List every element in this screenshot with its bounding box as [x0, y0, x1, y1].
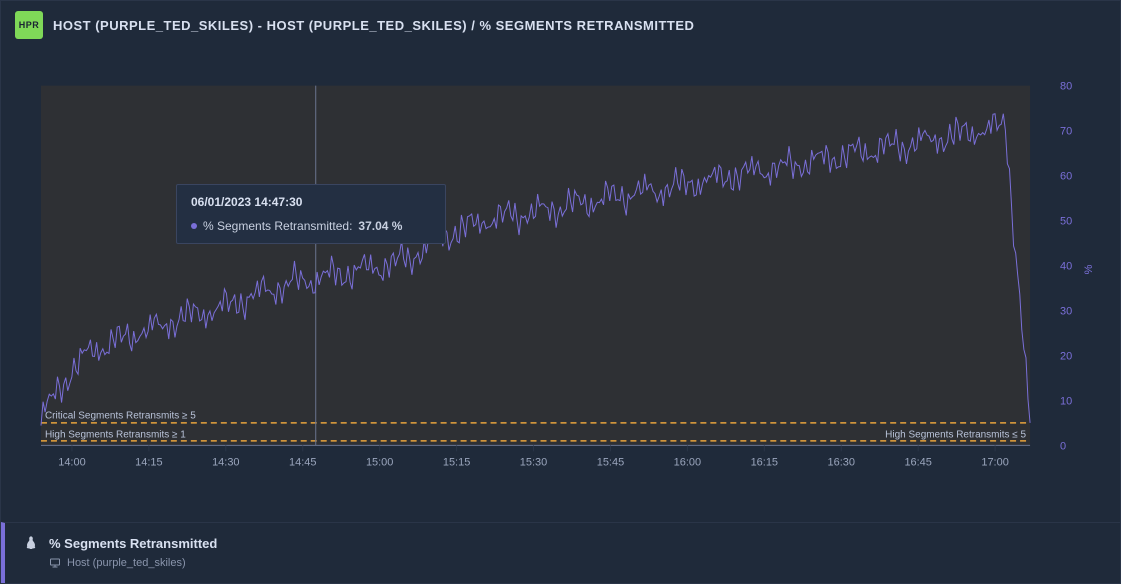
y-tick-label: 70: [1060, 126, 1072, 138]
threshold-label-critical: Critical Segments Retransmits ≥ 5: [45, 410, 196, 421]
x-tick: 16:45: [904, 445, 931, 468]
svg-text:16:45: 16:45: [904, 456, 931, 468]
panel-footer: % Segments Retransmitted Host (purple_te…: [1, 522, 1120, 583]
line-chart[interactable]: 0 10 20 30 40 50 60 70 80 % 14:00 14:15 …: [21, 59, 1100, 512]
y-tick-label: 60: [1060, 171, 1072, 183]
x-tick: 15:15: [443, 445, 470, 468]
footer-host-name: Host (purple_ted_skiles): [67, 557, 186, 569]
chart-area[interactable]: 0 10 20 30 40 50 60 70 80 % 14:00 14:15 …: [1, 49, 1120, 522]
x-tick: 15:45: [597, 445, 624, 468]
x-tick: 15:30: [520, 445, 547, 468]
x-tick: 15:00: [366, 445, 393, 468]
svg-text:15:00: 15:00: [366, 456, 393, 468]
x-tick: 16:30: [828, 445, 855, 468]
x-tick: 14:00: [58, 445, 85, 468]
panel-header: HPR HOST (PURPLE_TED_SKILES) - HOST (PUR…: [1, 1, 1120, 49]
svg-text:14:45: 14:45: [289, 456, 316, 468]
threshold-label-high-left: High Segments Retransmits ≥ 1: [45, 429, 186, 440]
y-tick-label: 30: [1060, 305, 1072, 317]
y-tick-label: 0: [1060, 440, 1066, 452]
y-tick-label: 40: [1060, 261, 1072, 273]
x-tick: 16:00: [674, 445, 701, 468]
x-tick: 14:30: [212, 445, 239, 468]
x-axis: 14:00 14:15 14:30 14:45 15:00 15:15 15:3…: [58, 445, 1009, 468]
x-tick: 14:45: [289, 445, 316, 468]
host-icon: [49, 557, 61, 569]
y-tick-label: 50: [1060, 216, 1072, 228]
svg-text:16:15: 16:15: [751, 456, 778, 468]
svg-text:16:30: 16:30: [828, 456, 855, 468]
source-badge: HPR: [15, 11, 43, 39]
svg-text:14:30: 14:30: [212, 456, 239, 468]
footer-metric-name: % Segments Retransmitted: [49, 536, 217, 551]
threshold-label-high-right: High Segments Retransmits ≤ 5: [885, 429, 1026, 440]
y-axis: 0 10 20 30 40 50 60 70 80: [1060, 81, 1072, 453]
y-axis-label: %: [1083, 264, 1095, 274]
svg-text:15:45: 15:45: [597, 456, 624, 468]
x-tick: 14:15: [135, 445, 162, 468]
metric-panel: HPR HOST (PURPLE_TED_SKILES) - HOST (PUR…: [0, 0, 1121, 584]
y-tick-label: 20: [1060, 350, 1072, 362]
y-tick-label: 80: [1060, 81, 1072, 93]
linux-icon: [23, 535, 39, 551]
svg-text:17:00: 17:00: [981, 456, 1008, 468]
svg-text:14:15: 14:15: [135, 456, 162, 468]
svg-text:15:15: 15:15: [443, 456, 470, 468]
x-tick: 17:00: [981, 445, 1008, 468]
svg-text:14:00: 14:00: [58, 456, 85, 468]
svg-text:15:30: 15:30: [520, 456, 547, 468]
x-tick: 16:15: [751, 445, 778, 468]
svg-text:16:00: 16:00: [674, 456, 701, 468]
y-tick-label: 10: [1060, 395, 1072, 407]
panel-title: HOST (PURPLE_TED_SKILES) - HOST (PURPLE_…: [53, 18, 694, 33]
